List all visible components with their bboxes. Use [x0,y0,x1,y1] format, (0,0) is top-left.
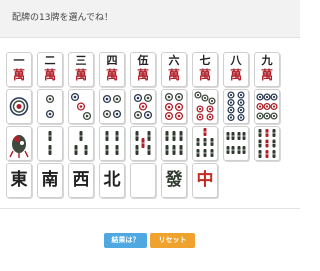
sou-bamboo-icon [196,128,214,157]
sou-tile-5[interactable] [130,126,156,161]
man-suit-symbol: 萬 [105,68,118,82]
man-tile-1[interactable]: 一萬 [6,52,32,87]
man-numeral: 二 [44,54,56,67]
sou-tile-9[interactable] [254,126,280,161]
divider [0,208,300,209]
man-suit-symbol: 萬 [74,68,87,82]
man-numeral: 八 [230,54,242,67]
man-numeral: 九 [261,54,273,67]
man-tile-7[interactable]: 七萬 [192,52,218,87]
sou-bamboo-icon [74,131,88,155]
man-numeral: 六 [168,54,180,67]
honor-glyph: 西 [72,170,90,190]
man-tile-5[interactable]: 伍萬 [130,52,156,87]
man-suit-symbol: 萬 [12,68,25,82]
man-numeral: 四 [106,54,118,67]
reset-button[interactable]: リセット [150,233,195,248]
pin-circles-icon [133,93,153,120]
sou-bamboo-icon [105,131,119,155]
pin-circles-icon [194,91,216,121]
honor-tile-red[interactable]: 中 [192,163,218,198]
sou-tile-8[interactable] [223,126,249,161]
sou-bamboo-icon [165,131,183,155]
sou-bamboo-icon [48,131,52,155]
pin-tile-2[interactable] [37,89,63,124]
man-suit-symbol: 萬 [229,68,242,82]
honor-tile-white[interactable] [130,163,156,198]
pin-circles-icon [102,94,122,119]
sou-tile-7[interactable] [192,126,218,161]
honor-glyph: 南 [41,170,59,190]
man-tile-6[interactable]: 六萬 [161,52,187,87]
pin-tile-9[interactable] [254,89,280,124]
honor-glyph: 東 [10,170,28,190]
honor-tile-north[interactable]: 北 [99,163,125,198]
sou-tile-6[interactable] [161,126,187,161]
honor-tile-green[interactable]: 發 [161,163,187,198]
man-suit-symbol: 萬 [43,68,56,82]
man-tile-9[interactable]: 九萬 [254,52,280,87]
sou-tile-3[interactable] [68,126,94,161]
pin-tile-7[interactable] [192,89,218,124]
honor-tile-east[interactable]: 東 [6,163,32,198]
man-numeral: 一 [13,54,25,67]
honor-tile-south[interactable]: 南 [37,163,63,198]
man-suit-symbol: 萬 [198,68,211,82]
pin-tile-6[interactable] [161,89,187,124]
pin-circles-icon [9,97,29,116]
man-numeral: 三 [75,54,87,67]
honor-glyph: 發 [165,170,183,190]
pin-tile-1[interactable] [6,89,32,124]
man-tile-2[interactable]: 二萬 [37,52,63,87]
honor-glyph: 中 [196,170,214,190]
sou-tile-1[interactable] [6,126,32,161]
pin-tile-8[interactable] [223,89,249,124]
man-suit-symbol: 萬 [260,68,273,82]
pin-tile-4[interactable] [99,89,125,124]
result-button[interactable]: 結果は？ [104,233,147,248]
honor-tile-west[interactable]: 西 [68,163,94,198]
sou-tile-2[interactable] [37,126,63,161]
man-suit-symbol: 萬 [136,68,149,82]
man-numeral: 伍 [137,54,149,67]
sou-bamboo-icon [135,131,151,155]
man-tile-8[interactable]: 八萬 [223,52,249,87]
sou-bird-icon [9,135,29,158]
pin-circles-icon [70,92,92,121]
pin-circles-icon [256,93,278,120]
sou-tile-4[interactable] [99,126,125,161]
man-tile-3[interactable]: 三萬 [68,52,94,87]
man-tile-4[interactable]: 四萬 [99,52,125,87]
sou-bamboo-icon [258,129,276,158]
sou-bamboo-icon [226,132,246,154]
pin-circles-icon [164,92,184,121]
man-numeral: 七 [199,54,211,67]
tile-grid: 一萬二萬三萬四萬伍萬六萬七萬八萬九萬東南西北發中 [0,0,300,200]
pin-circles-icon [45,94,55,119]
man-suit-symbol: 萬 [167,68,180,82]
pin-tile-3[interactable] [68,89,94,124]
pin-circles-icon [227,91,245,122]
honor-glyph: 北 [103,170,121,190]
pin-tile-5[interactable] [130,89,156,124]
